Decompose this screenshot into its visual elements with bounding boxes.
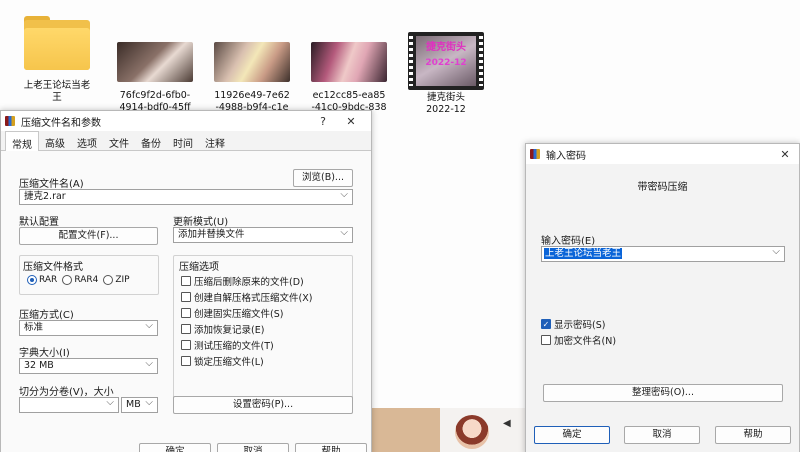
help-button[interactable]: 帮助 xyxy=(715,426,791,444)
tab-options[interactable]: 选项 xyxy=(71,131,103,150)
option-sfx[interactable]: 创建自解压格式压缩文件(X) xyxy=(181,290,312,304)
tab-comment[interactable]: 注释 xyxy=(199,131,231,150)
dialog-title: 输入密码 xyxy=(546,150,586,162)
ok-button[interactable]: 确定 xyxy=(139,443,211,452)
archive-dialog: 压缩文件名和参数 ? ✕ 常规 高级 选项 文件 备份 时间 注释 压缩文件名(… xyxy=(0,110,372,452)
desktop-video-file[interactable]: 11926e49-7e62-4988-b9f4-c1e xyxy=(207,8,297,114)
tab-advanced[interactable]: 高级 xyxy=(39,131,71,150)
format-radio-rar4[interactable]: RAR4 xyxy=(62,275,98,285)
organize-passwords-button[interactable]: 整理密码(O)... xyxy=(543,384,783,402)
tab-time[interactable]: 时间 xyxy=(167,131,199,150)
cancel-button[interactable]: 取消 xyxy=(217,443,289,452)
film-overlay-date: 2022-12 xyxy=(425,58,467,68)
browse-button[interactable]: 浏览(B)... xyxy=(293,169,353,187)
option-lock[interactable]: 锁定压缩文件(L) xyxy=(181,354,264,368)
speaker-icon[interactable]: ◀ xyxy=(503,418,511,429)
desktop-video-file[interactable]: 捷克街头 2022-12 捷克街头 2022-12 xyxy=(401,8,491,116)
method-label: 压缩方式(C) xyxy=(19,310,74,321)
format-radio-zip[interactable]: ZIP xyxy=(103,275,130,285)
tab-files[interactable]: 文件 xyxy=(103,131,135,150)
dict-label: 字典大小(I) xyxy=(19,348,70,359)
set-password-button[interactable]: 设置密码(P)... xyxy=(173,396,353,414)
archive-dialog-body: 压缩文件名(A) 浏览(B)... 捷克2.rar 默认配置 配置文件(F)..… xyxy=(1,151,371,452)
close-icon[interactable]: ✕ xyxy=(337,115,365,128)
update-mode-select[interactable]: 添加并替换文件 xyxy=(173,227,353,243)
option-recovery[interactable]: 添加恢复记录(E) xyxy=(181,322,264,336)
cancel-button[interactable]: 取消 xyxy=(624,426,700,444)
close-icon[interactable]: ✕ xyxy=(771,148,799,161)
update-mode-label: 更新模式(U) xyxy=(173,217,229,228)
password-dialog-body: 带密码压缩 输入密码(E) 上老王论坛当老王 ✓显示密码(S) 加密文件名(N)… xyxy=(526,164,799,452)
dialog-title: 压缩文件名和参数 xyxy=(21,117,101,129)
file-name: 上老王论坛当老王 xyxy=(23,80,91,103)
desktop-folder[interactable]: 上老王论坛当老王 xyxy=(12,8,102,104)
options-label: 压缩选项 xyxy=(179,262,219,273)
profiles-button[interactable]: 配置文件(F)... xyxy=(19,227,158,245)
default-profile-label: 默认配置 xyxy=(19,217,59,228)
file-name: 捷克街头 2022-12 xyxy=(426,92,466,115)
format-label: 压缩文件格式 xyxy=(23,262,83,273)
password-input[interactable]: 上老王论坛当老王 xyxy=(541,246,785,262)
folder-icon xyxy=(22,14,92,72)
format-radio-group: RAR RAR4 ZIP xyxy=(27,275,135,285)
password-value: 上老王论坛当老王 xyxy=(544,248,623,259)
option-delete-after[interactable]: 压缩后删除原来的文件(D) xyxy=(181,274,304,288)
encrypt-names-checkbox[interactable]: 加密文件名(N) xyxy=(541,333,616,347)
desktop-video-file[interactable]: 76fc9f2d-6fb0-4914-bdf0-45ff xyxy=(110,8,200,114)
archive-name-field[interactable]: 捷克2.rar xyxy=(19,189,353,205)
tab-backup[interactable]: 备份 xyxy=(135,131,167,150)
split-size-field[interactable] xyxy=(19,397,119,413)
split-label: 切分为分卷(V)，大小 xyxy=(19,387,114,398)
password-label: 输入密码(E) xyxy=(541,236,596,247)
split-unit-select[interactable]: MB xyxy=(121,397,158,413)
archive-tabs: 常规 高级 选项 文件 备份 时间 注释 xyxy=(1,131,371,152)
help-button[interactable]: 帮助 xyxy=(295,443,367,452)
video-thumbnail xyxy=(311,42,387,82)
winrar-icon xyxy=(530,149,540,159)
video-thumbnail xyxy=(214,42,290,82)
film-overlay-title: 捷克街头 xyxy=(426,42,466,53)
password-heading: 带密码压缩 xyxy=(637,182,688,193)
dict-select[interactable]: 32 MB xyxy=(19,358,158,374)
avatar[interactable] xyxy=(455,415,489,449)
video-thumbnail xyxy=(117,42,193,82)
tab-general[interactable]: 常规 xyxy=(5,131,39,152)
option-solid[interactable]: 创建固实压缩文件(S) xyxy=(181,306,283,320)
archive-dialog-titlebar[interactable]: 压缩文件名和参数 ? ✕ xyxy=(1,111,371,131)
archive-name-label: 压缩文件名(A) xyxy=(19,179,84,190)
method-select[interactable]: 标准 xyxy=(19,320,158,336)
ok-button[interactable]: 确定 xyxy=(534,426,610,444)
password-dialog: 输入密码 ✕ 带密码压缩 输入密码(E) 上老王论坛当老王 ✓显示密码(S) 加… xyxy=(525,143,800,452)
option-test[interactable]: 测试压缩的文件(T) xyxy=(181,338,274,352)
show-password-checkbox[interactable]: ✓ 显示密码(S) xyxy=(541,317,605,331)
format-radio-rar[interactable]: RAR xyxy=(27,275,57,285)
film-strip-icon: 捷克街头 2022-12 xyxy=(408,32,484,90)
desktop-video-file[interactable]: ec12cc85-ea85-41c0-9bdc-838 xyxy=(304,8,394,114)
winrar-icon xyxy=(5,116,15,126)
password-dialog-titlebar[interactable]: 输入密码 ✕ xyxy=(526,144,799,164)
help-icon[interactable]: ? xyxy=(309,115,337,128)
